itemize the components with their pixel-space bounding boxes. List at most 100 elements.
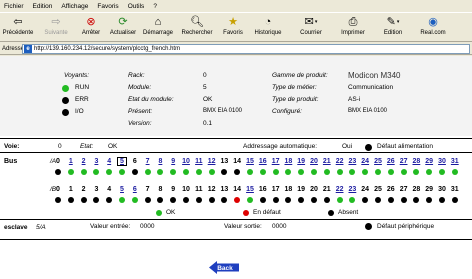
bus-b-slave-7: 7 (145, 186, 150, 193)
bus-a-slave-31[interactable]: 31 (450, 157, 460, 166)
home-button[interactable]: ⌂ Démarrage (140, 15, 176, 41)
address-input[interactable]: e http://139.160.234.12/secure/system/pl… (22, 43, 470, 54)
address-bar: Adresse e http://139.160.234.12/secure/s… (0, 43, 472, 55)
bus-a-slave-21[interactable]: 21 (322, 157, 332, 166)
menu-edition[interactable]: Edition (33, 3, 53, 10)
print-button[interactable]: ⎙ Imprimer (334, 15, 372, 41)
bus-a-slave-29[interactable]: 29 (424, 157, 434, 166)
bus-a-slave-status-dot (400, 169, 407, 175)
bus-b-slave-2: 2 (81, 186, 86, 193)
metier-value: Communication (348, 84, 394, 91)
bus-a-slave-5[interactable]: 5 (117, 157, 127, 166)
bus-a-slave-15[interactable]: 15 (245, 157, 255, 166)
bus-b-slave-23[interactable]: 23 (347, 185, 357, 194)
menu-outils[interactable]: Outils (128, 3, 145, 10)
bus-a-slave-status-dot (387, 169, 394, 175)
bus-b-slave-0: 0 (56, 186, 60, 193)
bus-b-slave-15[interactable]: 15 (245, 185, 255, 194)
bus-a-slave-28[interactable]: 28 (411, 157, 421, 166)
bus-b-slave-status-dot (413, 197, 420, 203)
search-icon: 🔍︎ (190, 16, 204, 28)
bus-b-slave-status-dot (144, 197, 151, 203)
bus-b-slave-status-dot (93, 197, 100, 203)
bus-b-slave-30: 30 (438, 186, 446, 193)
bus-a-slave-status-dot (221, 169, 228, 175)
bus-a-slave-10[interactable]: 10 (181, 157, 191, 166)
etat-value: OK (108, 143, 118, 150)
menu-fichier[interactable]: Fichier (4, 3, 24, 10)
bus-a-slave-18[interactable]: 18 (283, 157, 293, 166)
bus-b-slave-22[interactable]: 22 (335, 185, 345, 194)
back-link-button[interactable]: Back (209, 261, 239, 274)
divider (0, 239, 472, 240)
bus-a-slave-20[interactable]: 20 (309, 157, 319, 166)
ie-page-icon: e (24, 44, 32, 53)
etat-module-label: Etat du module: (128, 96, 174, 103)
bus-b-slave-status-dot (285, 197, 292, 203)
bus-a-slave-19[interactable]: 19 (296, 157, 306, 166)
bus-b-slave-6[interactable]: 6 (130, 185, 140, 194)
metier-label: Type de métier: (272, 84, 317, 91)
forward-arrow-icon: ⇨ (51, 16, 61, 28)
bus-b-slave-27: 27 (399, 186, 408, 193)
bus-a-slave-12[interactable]: 12 (207, 157, 217, 166)
bus-a-slave-status-dot (144, 169, 151, 175)
bus-a-slave-4[interactable]: 4 (104, 157, 114, 166)
addressage-value: Oui (342, 143, 353, 150)
mail-button[interactable]: ✉ ▾ Courrier (288, 15, 334, 41)
history-button[interactable]: ◔ Historique (248, 15, 288, 41)
valeur-entree-label: Valeur entrée: (90, 223, 131, 230)
bus-b-slave-12: 12 (207, 186, 216, 193)
menu-favoris[interactable]: Favoris (97, 3, 118, 10)
forward-button[interactable]: ⇨ Suivante (36, 15, 76, 41)
bus-a-slave-status-dot (119, 169, 125, 175)
back-label: Back (217, 265, 233, 272)
bus-a-slave-27[interactable]: 27 (399, 157, 409, 166)
bus-a-slave-17[interactable]: 17 (271, 157, 281, 166)
bus-a-slave-2[interactable]: 2 (79, 157, 89, 166)
bus-a-slave-7[interactable]: 7 (143, 157, 153, 166)
bus-b-slave-status-dot (298, 197, 305, 203)
valeur-entree-value: 0000 (140, 223, 155, 230)
refresh-icon: ⟳ (118, 16, 128, 28)
refresh-button[interactable]: ⟳ Actualiser (106, 15, 140, 41)
chevron-down-icon: ▾ (314, 19, 318, 25)
bus-a-slave-status-dot (375, 169, 381, 175)
valeur-sortie-label: Valeur sortie: (224, 223, 262, 230)
bus-a-slave-22[interactable]: 22 (335, 157, 345, 166)
stop-button[interactable]: ⊗ Arrêter (76, 15, 106, 41)
bus-a-slave-26[interactable]: 26 (386, 157, 396, 166)
bus-b-slave-1: 1 (68, 186, 73, 193)
bus-a-slave-13: 13 (220, 158, 229, 165)
bus-a-slave-status-dot (439, 169, 445, 175)
back-arrow-icon: Back (209, 261, 239, 274)
real-button[interactable]: ◉ Real.com (414, 15, 452, 41)
bus-b-slave-status-dot (362, 197, 369, 203)
mail-icon: ✉ ▾ (304, 16, 318, 28)
bus-a-slave-23[interactable]: 23 (347, 157, 357, 166)
bus-a-slave-3[interactable]: 3 (91, 157, 101, 166)
bus-b-slave-14: 14 (233, 186, 242, 193)
bus-a-slave-9[interactable]: 9 (168, 157, 178, 166)
bus-b-slave-5[interactable]: 5 (117, 185, 127, 194)
bus-a-slave-8[interactable]: 8 (155, 157, 165, 166)
bus-a-slave-24[interactable]: 24 (360, 157, 370, 166)
bus-a-slave-status-dot (285, 169, 292, 175)
version-value: 0.1 (203, 120, 213, 127)
menu-help[interactable]: ? (153, 3, 157, 10)
bus-a-slave-1[interactable]: 1 (66, 157, 76, 166)
bus-a-slave-status-dot (80, 169, 87, 175)
alim-led (365, 144, 372, 151)
favorites-button[interactable]: ★ Favoris (218, 15, 248, 41)
edit-button[interactable]: ✎ ▾ Edition (372, 15, 414, 41)
bus-a-slave-status-dot (323, 169, 330, 175)
print-icon: ⎙ (348, 16, 358, 28)
rack-label: Rack: (128, 72, 145, 79)
search-button[interactable]: 🔍︎ Rechercher (176, 15, 218, 41)
back-button[interactable]: ⇦ Précédente (0, 15, 36, 41)
menu-affichage[interactable]: Affichage (61, 3, 88, 10)
bus-a-slave-11[interactable]: 11 (194, 157, 204, 166)
bus-a-slave-25[interactable]: 25 (373, 157, 383, 166)
bus-a-slave-16[interactable]: 16 (258, 157, 268, 166)
bus-a-slave-30[interactable]: 30 (437, 157, 447, 166)
